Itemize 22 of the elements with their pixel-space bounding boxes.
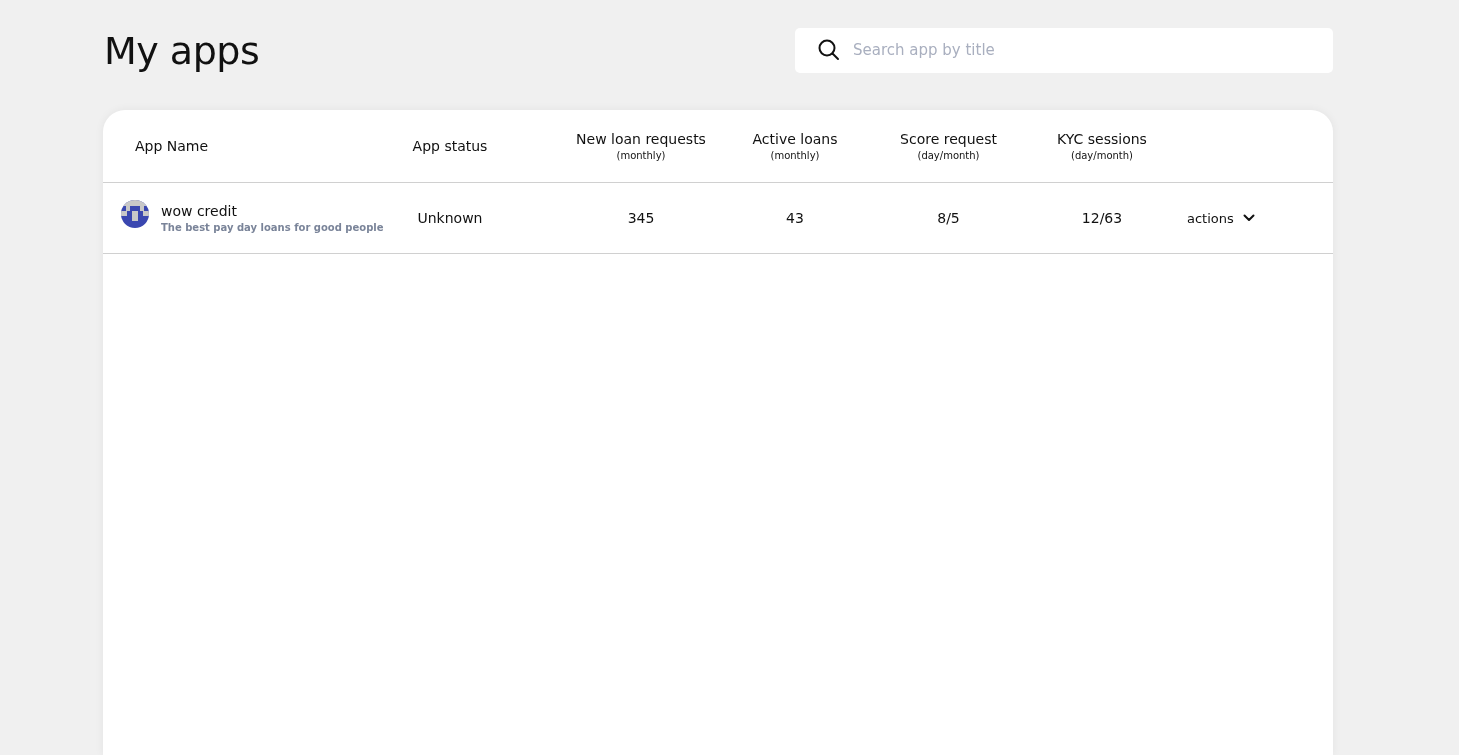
- column-subheader: (monthly): [616, 150, 666, 161]
- page-title: My apps: [103, 28, 260, 73]
- table-cell: 345: [627, 210, 655, 226]
- column-header: Score request: [900, 131, 997, 147]
- column-subheader: (day/month): [1071, 150, 1133, 161]
- table-cell: 43: [786, 210, 804, 226]
- column-subheader: (day/month): [917, 150, 980, 161]
- app-avatar-icon: [121, 200, 149, 228]
- column-header: Active loans: [752, 131, 838, 147]
- column-header: App Name: [135, 138, 209, 154]
- table-cell: Unknown: [417, 210, 483, 226]
- table-cell: 8/5: [937, 210, 960, 226]
- column-header: New loan requests: [576, 131, 706, 147]
- app-description: The best pay day loans for good people: [161, 222, 384, 233]
- table-cell: 12/63: [1081, 210, 1123, 226]
- column-header: App status: [412, 138, 488, 154]
- caret-icon: [1242, 214, 1255, 222]
- column-subheader: (monthly): [770, 150, 820, 161]
- column-header: KYC sessions: [1057, 131, 1147, 147]
- app-name: wow credit: [161, 203, 238, 219]
- search-field[interactable]: Search app by title: [795, 27, 1333, 73]
- actions-dropdown[interactable]: actions: [1179, 208, 1255, 228]
